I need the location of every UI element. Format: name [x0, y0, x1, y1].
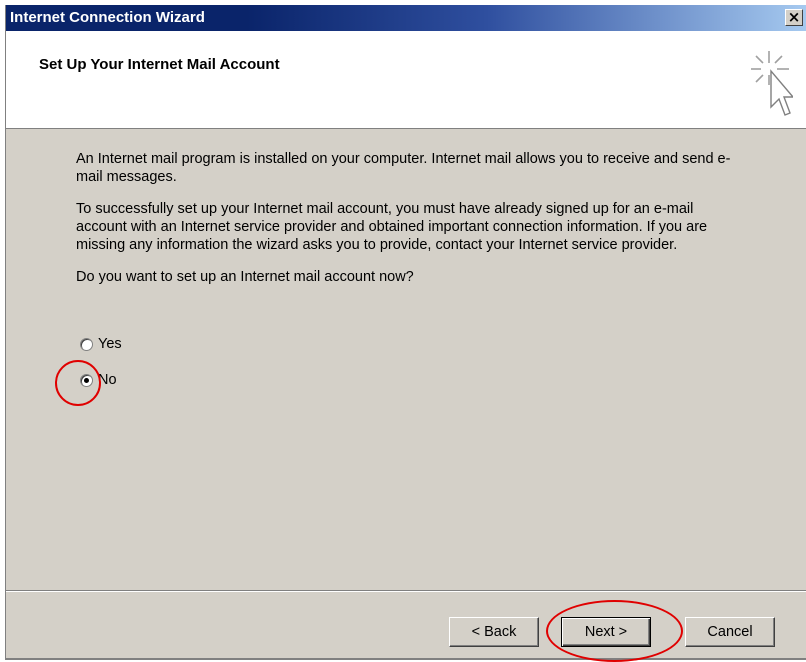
radio-yes-label: Yes: [98, 336, 122, 352]
wizard-content: An Internet mail program is installed on…: [76, 150, 736, 286]
radio-no-label: No: [98, 372, 117, 388]
setup-question: Do you want to set up an Internet mail a…: [76, 269, 414, 285]
cancel-button[interactable]: Cancel: [685, 617, 775, 647]
radio-yes[interactable]: Yes: [80, 334, 122, 354]
wizard-cursor-sparkle-icon: [751, 51, 793, 116]
back-button[interactable]: < Back: [449, 617, 539, 647]
radio-no-button[interactable]: [80, 373, 93, 387]
radio-no[interactable]: No: [80, 370, 117, 390]
wizard-header: Set Up Your Internet Mail Account: [6, 31, 806, 129]
radio-yes-button[interactable]: [80, 337, 93, 351]
wizard-window: Internet Connection Wizard × Set Up Your…: [5, 5, 806, 662]
footer-divider: [6, 590, 806, 592]
requirements-paragraph: To successfully set up your Internet mai…: [76, 201, 708, 253]
window-title: Internet Connection Wizard: [10, 9, 205, 26]
page-title: Set Up Your Internet Mail Account: [39, 56, 280, 73]
close-button[interactable]: ×: [785, 9, 803, 26]
title-bar[interactable]: Internet Connection Wizard ×: [6, 5, 806, 31]
intro-paragraph: An Internet mail program is installed on…: [76, 151, 731, 185]
next-button[interactable]: Next >: [561, 617, 651, 647]
